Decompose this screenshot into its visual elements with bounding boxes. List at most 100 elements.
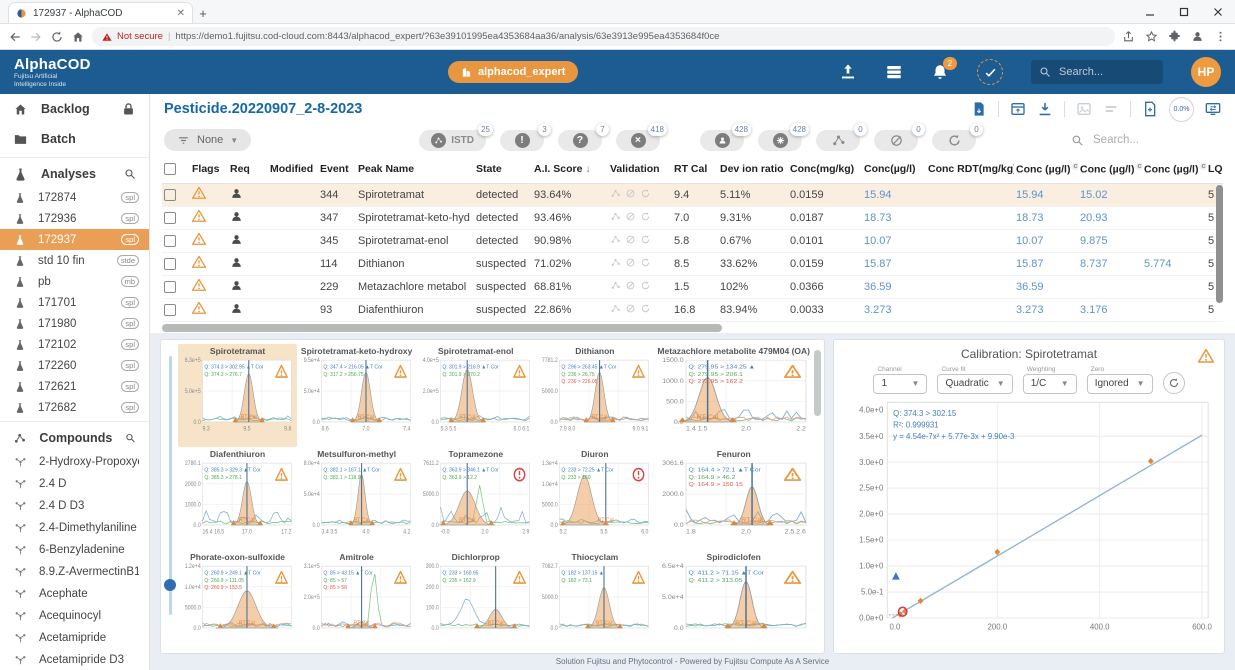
conc-ch1-cell[interactable]: 18.73 bbox=[1014, 206, 1078, 229]
url-field[interactable]: Not secure | https://demo1.fujitsu.cod-c… bbox=[92, 27, 1115, 46]
chromatogram-amitrole[interactable]: Amitrole3.1e+52.0e+50.0RT CalQ: 85 > 43.… bbox=[297, 550, 416, 653]
validate-molecule-icon[interactable] bbox=[610, 280, 621, 291]
queue-list-icon[interactable] bbox=[885, 63, 903, 81]
chromatogram-chart[interactable]: 7611.25000.00.0-0.02.02.9RT CalQ: 363.9 … bbox=[419, 460, 532, 548]
chromatogram-chart[interactable]: 3061.62000.00.01.82.02.5 2.6RT CalQ: 164… bbox=[657, 460, 810, 548]
compound-item[interactable]: 2-Hydroxy-Propoxycar... bbox=[0, 451, 149, 473]
conc-ch3-cell[interactable] bbox=[1142, 183, 1206, 206]
conc-ugl-cell[interactable]: 10.07 bbox=[862, 229, 926, 252]
column-header[interactable]: Conc (µg/l)ch3 bbox=[1142, 156, 1206, 183]
row-checkbox[interactable] bbox=[164, 304, 176, 316]
user-avatar[interactable]: HP bbox=[1191, 57, 1221, 87]
conc-ch3-cell[interactable] bbox=[1142, 298, 1206, 321]
chromatogram-diafenthiuron[interactable]: Diafenthiuron2780.12000.01000.00.016.4 1… bbox=[178, 447, 297, 550]
column-header[interactable]: Validation bbox=[608, 156, 672, 183]
forward-icon[interactable] bbox=[29, 30, 43, 44]
list-view-icon[interactable] bbox=[1103, 101, 1119, 117]
profile-icon[interactable] bbox=[1191, 30, 1204, 43]
peak-name-cell[interactable]: Dithianon bbox=[356, 252, 474, 275]
reset-icon[interactable] bbox=[640, 280, 651, 291]
share-icon[interactable] bbox=[1122, 30, 1135, 43]
intensity-slider[interactable] bbox=[163, 344, 178, 654]
conc-ugl-cell[interactable]: 18.73 bbox=[862, 206, 926, 229]
conc-ch2-cell[interactable]: 3.176 bbox=[1078, 298, 1142, 321]
column-header[interactable]: A.I. Score ↓ bbox=[532, 156, 608, 183]
conc-ch2-cell[interactable]: 8.737 bbox=[1078, 252, 1142, 275]
conc-ch1-cell[interactable]: 15.94 bbox=[1014, 183, 1078, 206]
compound-item[interactable]: 2.4-Dimethylaniline bbox=[0, 517, 149, 539]
column-header[interactable]: Conc (µg/l)ch1 bbox=[1014, 156, 1078, 183]
conc-ugl-cell[interactable]: 3.273 bbox=[862, 298, 926, 321]
conc-ch2-cell[interactable]: 20.93 bbox=[1078, 206, 1142, 229]
chromatogram-dithianon[interactable]: Dithianon7781.25000.00.07.9 8.09.0 9.1RT… bbox=[535, 344, 654, 447]
compound-item[interactable]: 8.9.Z-AvermectinB1a bbox=[0, 561, 149, 583]
download-icon[interactable] bbox=[1037, 101, 1053, 117]
select-all-checkbox[interactable] bbox=[164, 163, 176, 175]
validation-status-button[interactable] bbox=[977, 59, 1003, 85]
table-search-input[interactable] bbox=[1091, 133, 1201, 147]
peak-name-cell[interactable]: Metazachlore metabol bbox=[356, 275, 474, 298]
filter-chip-user[interactable]: 428 bbox=[700, 130, 744, 151]
column-header[interactable]: Conc (µg/l)ch2 bbox=[1078, 156, 1142, 183]
column-header[interactable]: Conc RDT(mg/kg) bbox=[926, 156, 1014, 183]
compound-item[interactable]: 2.4 D D3 bbox=[0, 495, 149, 517]
compound-item[interactable]: Acequinocyl bbox=[0, 605, 149, 627]
chromatogram-chart[interactable]: 1.3e+41.0e+45000.00.05.25.56.0RT CalQ: 2… bbox=[538, 460, 651, 548]
chromatogram-scrollbar[interactable] bbox=[814, 350, 821, 416]
column-header[interactable]: Peak Name bbox=[356, 156, 474, 183]
report-document-icon[interactable] bbox=[971, 101, 987, 117]
compound-item[interactable]: Acetamipride bbox=[0, 627, 149, 649]
chromatogram-phorate-oxon-sulfoxide[interactable]: Phorate-oxon-sulfoxide1.2e+41.0e+45000.0… bbox=[178, 550, 297, 653]
analysis-item-171701[interactable]: 171701spl bbox=[0, 292, 149, 313]
table-row-347[interactable]: 347Spirotetramat-keto-hyddetected93.46%7… bbox=[162, 206, 1223, 229]
analysis-item-172621[interactable]: 172621spl bbox=[0, 376, 149, 397]
conc-ch3-cell[interactable] bbox=[1142, 206, 1206, 229]
reset-icon[interactable] bbox=[640, 303, 651, 314]
chromatogram-chart[interactable]: 3.1e+52.0e+50.0RT CalQ: 85 > 43.15 ▲T Co… bbox=[300, 563, 413, 651]
global-search-input[interactable] bbox=[1057, 65, 1147, 79]
chromatogram-chart[interactable]: 8.0e+45.0e+40.03.4 3.54.04.2RT CalQ: 382… bbox=[300, 460, 413, 548]
conc-ch3-cell[interactable]: 5.774 bbox=[1142, 252, 1206, 275]
row-checkbox[interactable] bbox=[164, 281, 176, 293]
chromatogram-fenuron[interactable]: Fenuron3061.62000.00.01.82.02.5 2.6RT Ca… bbox=[654, 447, 813, 550]
global-search[interactable] bbox=[1031, 60, 1163, 84]
sidebar-item-backlog[interactable]: Backlog bbox=[0, 94, 149, 124]
column-header[interactable]: LQ(µg/l) bbox=[1206, 156, 1223, 183]
filter-chip-reset[interactable]: 0 bbox=[932, 130, 976, 151]
compound-item[interactable]: Acetamipride D3 bbox=[0, 649, 149, 670]
table-vertical-scrollbar[interactable] bbox=[1216, 185, 1223, 303]
image-icon[interactable] bbox=[1076, 101, 1092, 117]
column-header[interactable]: Dev ion ratio bbox=[718, 156, 788, 183]
filter-chip-alert[interactable]: 428 bbox=[758, 130, 802, 151]
search-compounds-icon[interactable] bbox=[125, 432, 136, 444]
home-icon[interactable] bbox=[71, 30, 85, 44]
chromatogram-spirotetramat-keto-hydroxy[interactable]: Spirotetramat-keto-hydroxy9.5e+45.0e+40.… bbox=[297, 344, 416, 447]
chromatogram-topramezone[interactable]: Topramezone7611.25000.00.0-0.02.02.9RT C… bbox=[416, 447, 535, 550]
table-row-229[interactable]: 229Metazachlore metabolsuspected68.81%1.… bbox=[162, 275, 1223, 298]
validate-molecule-icon[interactable] bbox=[610, 234, 621, 245]
add-document-icon[interactable] bbox=[1142, 101, 1158, 117]
close-button[interactable] bbox=[1201, 0, 1235, 23]
minimize-button[interactable] bbox=[1133, 0, 1167, 23]
analysis-item-172937[interactable]: 172937spl bbox=[0, 229, 149, 250]
filter-dropdown[interactable]: None ▼ bbox=[164, 129, 251, 151]
chromatogram-chart[interactable]: 4.0e+52.0e+50.05.3 5.56.0 6.1RT CalQ: 30… bbox=[419, 357, 532, 445]
curvefit-select[interactable]: Quadratic▼ bbox=[937, 374, 1012, 394]
peak-name-cell[interactable]: Spirotetramat bbox=[356, 183, 474, 206]
chromatogram-chart[interactable]: 300.0200.0100.00.0RT CalQ: 233 > 160.95Q… bbox=[419, 563, 532, 651]
column-header[interactable]: Flags bbox=[190, 156, 228, 183]
conc-ch3-cell[interactable] bbox=[1142, 229, 1206, 252]
channel-select[interactable]: 1▼ bbox=[873, 374, 927, 394]
conc-ugl-cell[interactable]: 15.87 bbox=[862, 252, 926, 275]
exclude-icon[interactable] bbox=[625, 303, 636, 314]
filter-chip-error[interactable]: !3 bbox=[500, 130, 544, 151]
table-search[interactable] bbox=[1071, 133, 1221, 147]
search-analyses-icon[interactable] bbox=[124, 168, 136, 180]
column-header[interactable]: Req bbox=[228, 156, 268, 183]
analysis-item-172102[interactable]: 172102spl bbox=[0, 334, 149, 355]
bookmark-star-icon[interactable] bbox=[1145, 30, 1158, 43]
tab-close-icon[interactable]: ✕ bbox=[177, 8, 185, 19]
analysis-item-pb[interactable]: pbmb bbox=[0, 271, 149, 292]
row-checkbox[interactable] bbox=[164, 189, 176, 201]
reset-icon[interactable] bbox=[640, 188, 651, 199]
